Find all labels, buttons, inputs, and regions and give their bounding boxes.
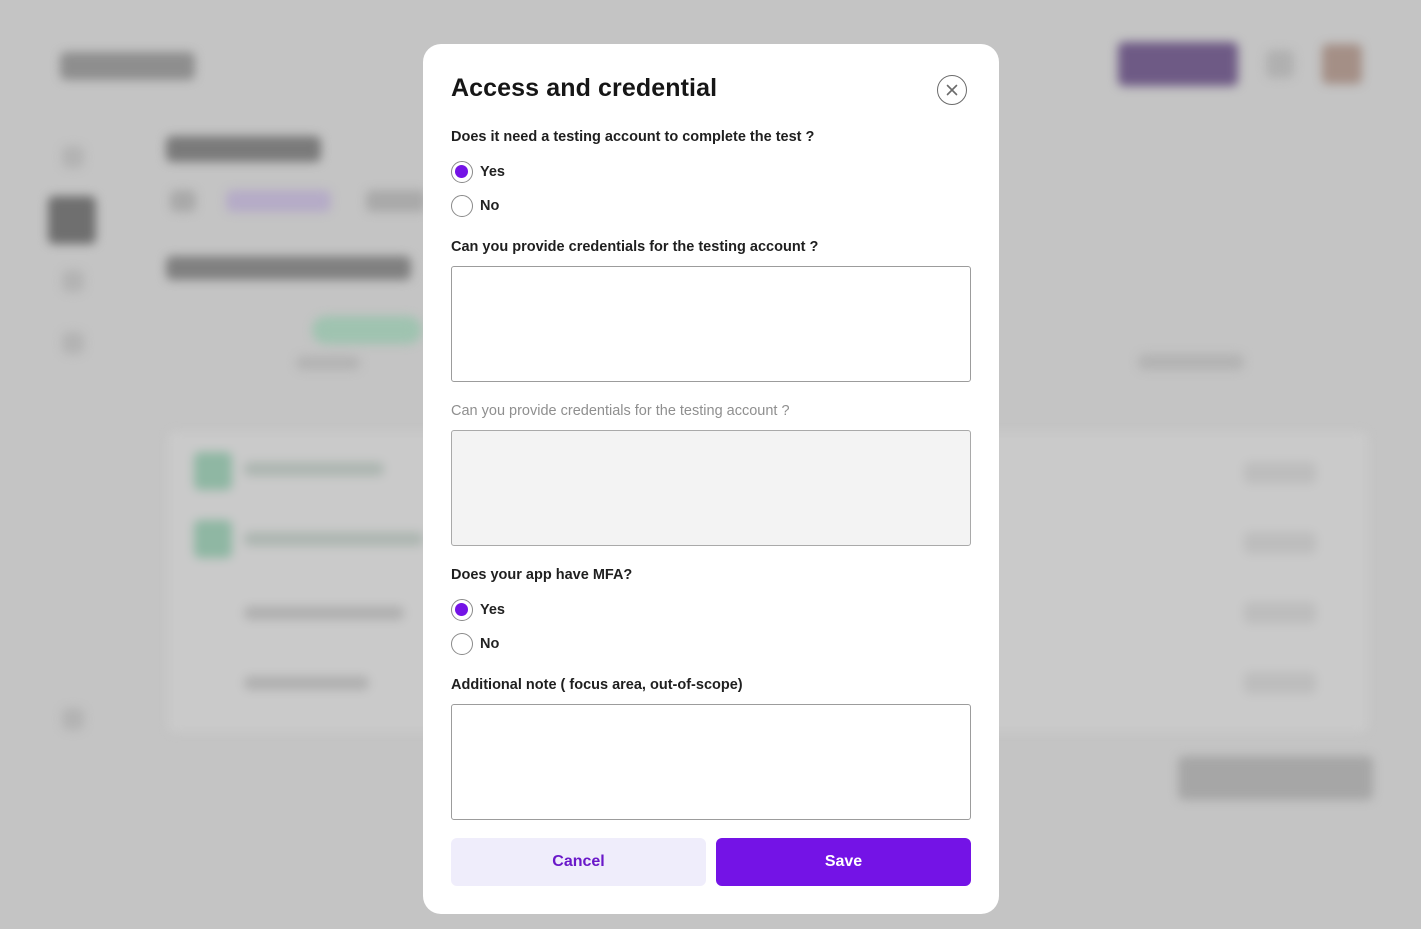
background-bell-icon	[1266, 50, 1294, 78]
testing-account-no-radio[interactable]	[451, 195, 473, 217]
testing-account-question: Does it need a testing account to comple…	[451, 129, 815, 145]
modal-title: Access and credential	[451, 74, 718, 102]
background-step	[312, 316, 422, 344]
sidebar-active-icon	[48, 196, 96, 244]
sidebar-icon	[62, 146, 84, 168]
background-pill	[1244, 672, 1316, 694]
close-icon	[946, 84, 958, 96]
mfa-question: Does your app have MFA?	[451, 567, 633, 583]
radio-label: Yes	[480, 164, 505, 180]
mfa-yes-radio[interactable]	[451, 599, 473, 621]
credentials-question: Can you provide credentials for the test…	[451, 239, 819, 255]
background-row-line	[244, 462, 384, 476]
background-pill	[1244, 602, 1316, 624]
background-step-label	[296, 356, 360, 370]
credentials-textarea[interactable]	[451, 266, 971, 382]
radio-label: No	[480, 198, 500, 214]
background-chip	[366, 190, 426, 212]
background-row-line	[244, 606, 404, 620]
credentials-disabled-textarea	[451, 430, 971, 546]
close-button[interactable]	[937, 75, 967, 105]
background-chip	[226, 190, 331, 212]
background-heading	[166, 256, 411, 280]
background-pill	[1244, 532, 1316, 554]
additional-note-textarea[interactable]	[451, 704, 971, 820]
radio-label: Yes	[480, 602, 505, 618]
background-step-label	[1138, 354, 1244, 370]
background-button	[1118, 42, 1238, 86]
background-chip	[170, 190, 196, 212]
save-button[interactable]: Save	[716, 838, 971, 886]
testing-account-no-option[interactable]: No	[451, 195, 499, 217]
mfa-no-radio[interactable]	[451, 633, 473, 655]
background-pill	[1244, 462, 1316, 484]
radio-label: No	[480, 636, 500, 652]
credentials-disabled-question: Can you provide credentials for the test…	[451, 403, 790, 419]
additional-note-label: Additional note ( focus area, out-of-sco…	[451, 677, 743, 693]
testing-account-yes-option[interactable]: Yes	[451, 161, 505, 183]
background-row-line	[244, 532, 424, 546]
sidebar-icon	[62, 708, 84, 730]
background-row-dot	[194, 452, 232, 490]
sidebar-icon	[62, 332, 84, 354]
background-avatar	[1322, 44, 1362, 84]
background-title	[166, 136, 321, 162]
sidebar-icon	[62, 270, 84, 292]
mfa-yes-option[interactable]: Yes	[451, 599, 505, 621]
app-logo	[60, 52, 195, 80]
mfa-no-option[interactable]: No	[451, 633, 499, 655]
testing-account-yes-radio[interactable]	[451, 161, 473, 183]
background-row-line	[244, 676, 369, 690]
background-button	[1178, 756, 1373, 800]
background-row-dot	[194, 520, 232, 558]
cancel-button[interactable]: Cancel	[451, 838, 706, 886]
access-credential-modal: Access and credential Does it need a tes…	[423, 44, 999, 914]
